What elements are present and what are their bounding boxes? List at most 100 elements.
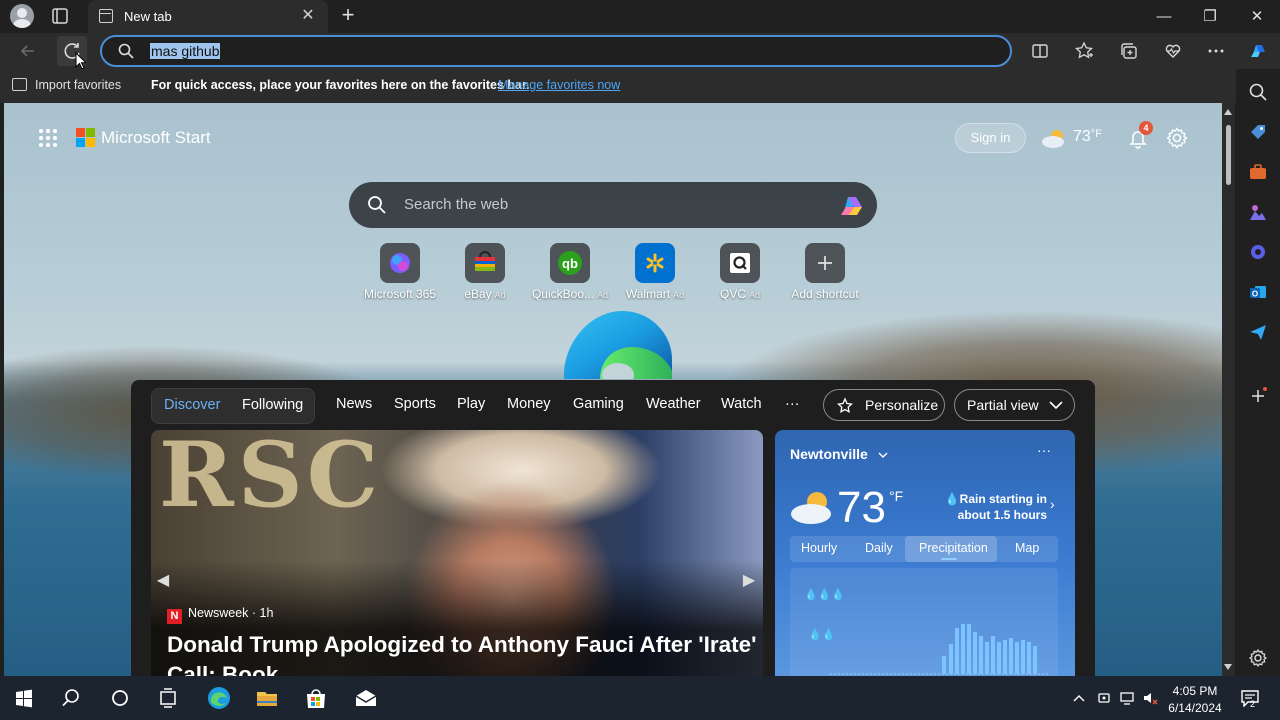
- taskbar-clock[interactable]: 4:05 PM 6/14/2024: [1160, 683, 1230, 717]
- outlook-icon[interactable]: O: [1248, 282, 1268, 302]
- copilot-icon[interactable]: [1243, 36, 1273, 66]
- more-options-icon[interactable]: [1201, 36, 1231, 66]
- weather-tab-hourly[interactable]: Hourly: [801, 541, 837, 555]
- microsoft-logo-icon: [76, 128, 96, 148]
- news-feed-panel: Discover Following News Sports Play Mone…: [131, 380, 1095, 676]
- web-search-box[interactable]: Search the web: [349, 182, 877, 228]
- back-button[interactable]: [13, 36, 43, 66]
- split-screen-icon[interactable]: [1025, 36, 1055, 66]
- tab-title: New tab: [124, 9, 172, 24]
- view-mode-dropdown[interactable]: Partial view: [954, 389, 1075, 421]
- address-bar[interactable]: mas github: [100, 35, 1012, 67]
- new-tab-button[interactable]: +: [336, 4, 360, 28]
- weather-tab-map[interactable]: Map: [1015, 541, 1039, 555]
- task-view-icon[interactable]: [154, 684, 182, 712]
- copilot-search-icon[interactable]: [837, 191, 867, 219]
- games-icon[interactable]: [1248, 202, 1268, 222]
- newsweek-logo-icon: N: [167, 609, 182, 624]
- browser-essentials-icon[interactable]: [1158, 36, 1188, 66]
- sidebar-settings-gear-icon[interactable]: [1248, 648, 1268, 668]
- personalize-icon: [837, 397, 853, 414]
- scroll-down-icon[interactable]: [1224, 664, 1232, 670]
- address-input-value: mas github: [150, 43, 221, 59]
- edge-logo-icon: [563, 311, 672, 379]
- story-headline[interactable]: Donald Trump Apologized to Anthony Fauci…: [167, 630, 757, 676]
- search-icon: [368, 196, 386, 214]
- nav-gaming[interactable]: Gaming: [573, 396, 624, 412]
- collections-icon[interactable]: [1114, 36, 1144, 66]
- feed-tab-group: Discover Following: [151, 388, 315, 424]
- tab-new-tab[interactable]: New tab ✕: [88, 0, 328, 33]
- shortcut-label: Walmart: [625, 287, 671, 301]
- sidebar-search-icon[interactable]: [1248, 82, 1268, 102]
- nav-more-button[interactable]: ···: [785, 396, 800, 412]
- cortana-icon[interactable]: [106, 684, 134, 712]
- scroll-up-icon[interactable]: [1224, 109, 1232, 115]
- tab-actions-icon[interactable]: [48, 4, 72, 28]
- tab-close-icon[interactable]: ✕: [298, 6, 318, 26]
- weather-location[interactable]: Newtonville: [790, 446, 888, 462]
- windows-start-icon[interactable]: [10, 684, 38, 712]
- tab-discover[interactable]: Discover: [164, 397, 220, 413]
- restore-button[interactable]: ❐: [1187, 0, 1233, 33]
- address-input[interactable]: mas github: [150, 43, 221, 59]
- view-mode-label: Partial view: [967, 397, 1039, 413]
- network-icon[interactable]: [1119, 690, 1135, 706]
- add-shortcut-button[interactable]: Add shortcut: [775, 243, 875, 301]
- weather-unit: °F: [1090, 128, 1102, 140]
- new-tab-page-icon: [99, 9, 113, 23]
- weather-more-button[interactable]: ···: [1037, 442, 1051, 458]
- rain-forecast[interactable]: 💧Rain starting in about 1.5 hours: [935, 491, 1047, 523]
- nav-sports[interactable]: Sports: [394, 396, 436, 412]
- weather-card-temp: 73: [837, 483, 886, 532]
- meet-now-icon[interactable]: [1096, 690, 1112, 706]
- nav-play[interactable]: Play: [457, 396, 485, 412]
- chevron-right-icon[interactable]: ›: [1050, 496, 1055, 512]
- microsoft-365-sidebar-icon[interactable]: [1248, 242, 1268, 262]
- nav-watch[interactable]: Watch: [721, 396, 762, 412]
- taskbar-search-icon[interactable]: [57, 684, 85, 712]
- carousel-next-icon[interactable]: ▶: [739, 568, 759, 594]
- tab-following[interactable]: Following: [242, 397, 303, 413]
- mail-icon[interactable]: [352, 684, 380, 712]
- precipitation-bars: [942, 624, 1037, 674]
- file-explorer-icon[interactable]: [253, 684, 281, 712]
- tools-briefcase-icon[interactable]: [1248, 162, 1268, 182]
- page-settings-gear-icon[interactable]: [1165, 126, 1189, 150]
- manage-favorites-link[interactable]: Manage favorites now: [498, 78, 620, 92]
- edge-taskbar-icon[interactable]: [205, 684, 233, 712]
- favorites-bar: Import favorites For quick access, place…: [0, 69, 1280, 103]
- close-window-button[interactable]: ✕: [1234, 0, 1280, 33]
- apps-launcher-icon[interactable]: [39, 129, 57, 147]
- minimize-button[interactable]: —: [1141, 0, 1187, 33]
- shopping-tag-icon[interactable]: [1248, 122, 1268, 142]
- favorites-star-icon[interactable]: [1069, 36, 1099, 66]
- import-favorites-button[interactable]: Import favorites: [12, 78, 121, 92]
- hero-story-card[interactable]: RSC ◀ ▶ N Newsweek · 1h Donald Trump Apol…: [151, 430, 763, 676]
- weather-tabs: Hourly Daily Precipitation Map: [790, 536, 1058, 562]
- nav-weather[interactable]: Weather: [646, 396, 701, 412]
- nav-money[interactable]: Money: [507, 396, 551, 412]
- weather-summary[interactable]: [1040, 127, 1070, 149]
- weather-card[interactable]: Newtonville ··· 73 °F 💧Rain starting in a…: [775, 430, 1075, 676]
- svg-text:O: O: [1252, 290, 1258, 299]
- personalize-button[interactable]: Personalize: [823, 389, 945, 421]
- page-scrollbar[interactable]: [1222, 103, 1235, 676]
- nav-news[interactable]: News: [336, 396, 372, 412]
- drop-send-icon[interactable]: [1248, 322, 1268, 342]
- show-hidden-icons-chevron-icon[interactable]: [1071, 690, 1087, 706]
- sign-in-button[interactable]: Sign in: [955, 123, 1026, 153]
- weather-tab-precipitation[interactable]: Precipitation: [919, 541, 988, 555]
- profile-avatar[interactable]: [10, 4, 34, 28]
- microsoft-store-icon[interactable]: [302, 684, 330, 712]
- scroll-thumb[interactable]: [1226, 125, 1231, 185]
- chevron-down-icon: [1049, 401, 1063, 410]
- shortcut-label: eBay: [464, 287, 492, 301]
- import-favorites-label: Import favorites: [35, 78, 122, 92]
- notification-count-badge: 4: [1139, 121, 1153, 135]
- import-favorites-icon: [12, 78, 27, 91]
- carousel-prev-icon[interactable]: ◀: [153, 568, 173, 594]
- volume-muted-icon[interactable]: [1142, 690, 1158, 706]
- add-sidebar-app-icon[interactable]: [1248, 386, 1268, 406]
- weather-tab-daily[interactable]: Daily: [865, 541, 893, 555]
